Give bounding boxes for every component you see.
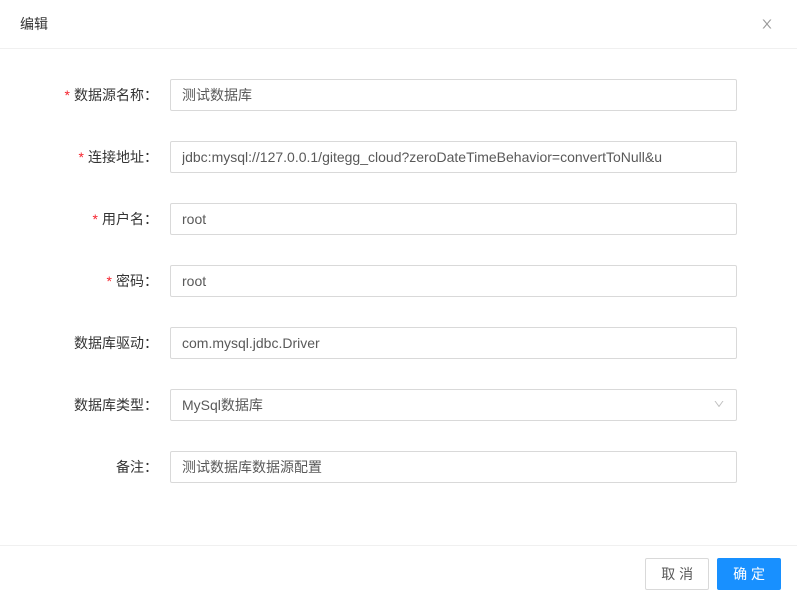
datasource-name-label: *数据源名称：: [40, 85, 170, 105]
connection-url-input[interactable]: [170, 141, 737, 173]
modal-body: *数据源名称： *连接地址： *用户名： *密码： 数据库驱动： 数据库类型： …: [0, 49, 797, 533]
required-marker: *: [93, 211, 98, 227]
form-row-username: *用户名：: [40, 203, 737, 235]
password-input[interactable]: [170, 265, 737, 297]
remark-label: 备注：: [40, 457, 170, 477]
form-row-connection-url: *连接地址：: [40, 141, 737, 173]
datasource-name-input[interactable]: [170, 79, 737, 111]
username-label: *用户名：: [40, 209, 170, 229]
modal-header: 编辑: [0, 0, 797, 49]
close-icon[interactable]: [757, 14, 777, 34]
form-row-datasource-name: *数据源名称：: [40, 79, 737, 111]
chevron-down-icon: [713, 398, 725, 413]
driver-label: 数据库驱动：: [40, 333, 170, 353]
cancel-button[interactable]: 取 消: [645, 558, 709, 590]
connection-url-label: *连接地址：: [40, 147, 170, 167]
confirm-button[interactable]: 确 定: [717, 558, 781, 590]
form-row-password: *密码：: [40, 265, 737, 297]
form-row-db-type: 数据库类型： MySql数据库: [40, 389, 737, 421]
password-label: *密码：: [40, 271, 170, 291]
remark-input[interactable]: [170, 451, 737, 483]
form-row-driver: 数据库驱动：: [40, 327, 737, 359]
modal-title: 编辑: [20, 14, 48, 34]
driver-input[interactable]: [170, 327, 737, 359]
modal-footer: 取 消 确 定: [0, 545, 797, 602]
form-row-remark: 备注：: [40, 451, 737, 483]
required-marker: *: [65, 87, 70, 103]
username-input[interactable]: [170, 203, 737, 235]
db-type-select[interactable]: MySql数据库: [170, 389, 737, 421]
required-marker: *: [79, 149, 84, 165]
db-type-label: 数据库类型：: [40, 395, 170, 415]
required-marker: *: [107, 273, 112, 289]
db-type-value: MySql数据库: [182, 395, 263, 415]
